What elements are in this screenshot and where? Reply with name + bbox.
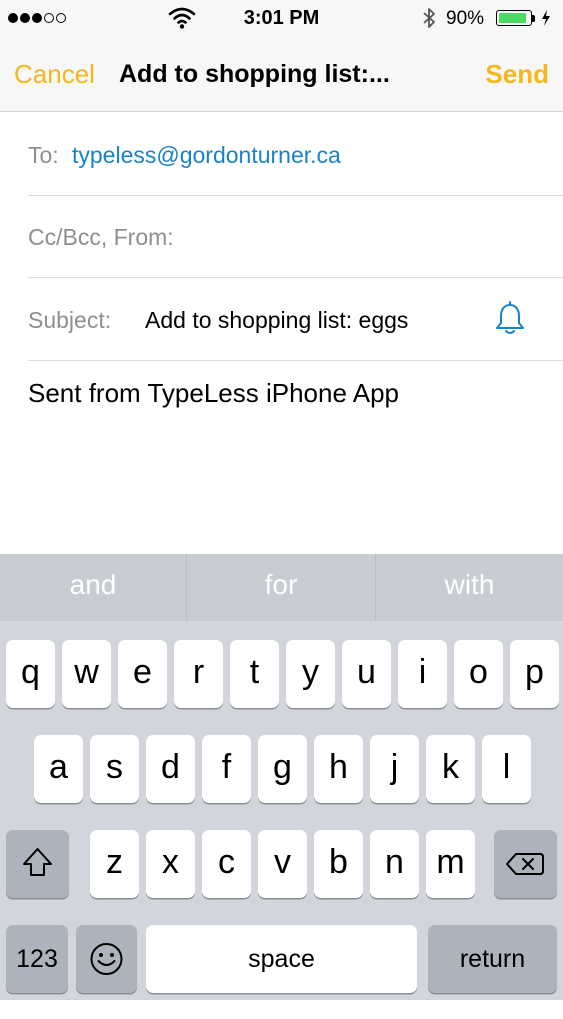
key-label: s — [106, 748, 123, 786]
subject-field[interactable]: Subject: Add to shopping list: eggs — [28, 279, 563, 361]
to-recipient[interactable]: typeless@gordonturner.ca — [72, 142, 341, 169]
key-o[interactable]: o — [454, 640, 503, 708]
key-label: u — [357, 653, 376, 691]
status-bar: 3:01 PM 90% — [0, 0, 563, 38]
key-m[interactable]: m — [426, 830, 475, 898]
key-y[interactable]: y — [286, 640, 335, 708]
key-label: o — [469, 653, 488, 691]
keyboard: and for with q w e r t y u i o p a s d f… — [0, 554, 563, 1000]
key-label: i — [418, 653, 427, 691]
key-h[interactable]: h — [314, 735, 363, 803]
cancel-button[interactable]: Cancel — [14, 59, 95, 90]
key-label: n — [385, 843, 404, 881]
key-label: a — [49, 748, 68, 786]
delete-icon — [506, 853, 544, 875]
message-body[interactable]: Sent from TypeLess iPhone App — [28, 378, 399, 409]
key-b[interactable]: b — [314, 830, 363, 898]
bell-icon[interactable] — [493, 301, 527, 337]
send-button[interactable]: Send — [485, 59, 549, 90]
emoji-icon — [90, 943, 123, 975]
key-label: h — [329, 748, 348, 786]
key-label: l — [502, 748, 511, 786]
key-l[interactable]: l — [482, 735, 531, 803]
key-c[interactable]: c — [202, 830, 251, 898]
battery-nub — [532, 15, 535, 22]
key-k[interactable]: k — [426, 735, 475, 803]
predictive-bar: and for with — [0, 554, 563, 621]
key-s[interactable]: s — [90, 735, 139, 803]
numbers-key[interactable]: 123 — [6, 925, 68, 993]
key-v[interactable]: v — [258, 830, 307, 898]
key-n[interactable]: n — [370, 830, 419, 898]
emoji-key[interactable] — [76, 925, 137, 993]
battery-percent: 90% — [446, 8, 485, 29]
key-j[interactable]: j — [370, 735, 419, 803]
key-label: m — [436, 843, 465, 881]
delete-key[interactable] — [494, 830, 557, 898]
key-g[interactable]: g — [258, 735, 307, 803]
key-label: c — [218, 843, 235, 881]
suggestion-for[interactable]: for — [187, 554, 375, 621]
key-f[interactable]: f — [202, 735, 251, 803]
key-label: x — [162, 843, 179, 881]
key-label: y — [302, 653, 319, 691]
suggestion-with[interactable]: with — [376, 554, 563, 621]
key-u[interactable]: u — [342, 640, 391, 708]
key-t[interactable]: t — [230, 640, 279, 708]
subject-label: Subject: — [28, 307, 112, 333]
battery-level-fill — [499, 13, 526, 23]
key-w[interactable]: w — [62, 640, 111, 708]
charging-bolt-icon — [542, 10, 550, 26]
to-label: To: — [28, 142, 59, 168]
nav-bar: Cancel Add to shopping list:... Send — [0, 38, 563, 112]
bluetooth-icon — [423, 8, 435, 28]
key-z[interactable]: z — [90, 830, 139, 898]
key-p[interactable]: p — [510, 640, 559, 708]
suggestion-and[interactable]: and — [0, 554, 186, 621]
shift-key[interactable] — [6, 830, 69, 898]
key-label: d — [161, 748, 180, 786]
key-i[interactable]: i — [398, 640, 447, 708]
key-label: space — [248, 945, 315, 973]
subject-value[interactable]: Add to shopping list: eggs — [145, 307, 408, 334]
key-label: return — [459, 945, 526, 973]
cc-bcc-from-label: Cc/Bcc, From: — [28, 224, 174, 250]
key-q[interactable]: q — [6, 640, 55, 708]
key-label: v — [274, 843, 291, 881]
key-label: z — [106, 843, 123, 881]
battery-icon — [496, 10, 532, 26]
key-label: r — [192, 653, 205, 691]
key-label: e — [133, 653, 152, 691]
key-r[interactable]: r — [174, 640, 223, 708]
key-label: f — [221, 748, 232, 786]
cc-bcc-from-field[interactable]: Cc/Bcc, From: — [28, 196, 563, 278]
key-label: b — [329, 843, 348, 881]
key-label: p — [525, 653, 544, 691]
return-key[interactable]: return — [428, 925, 557, 993]
key-label: k — [442, 748, 459, 786]
to-field[interactable]: To: typeless@gordonturner.ca — [28, 114, 563, 196]
key-a[interactable]: a — [34, 735, 83, 803]
key-label: j — [390, 748, 399, 786]
key-label: 123 — [16, 945, 58, 973]
key-label: g — [273, 748, 292, 786]
key-x[interactable]: x — [146, 830, 195, 898]
key-d[interactable]: d — [146, 735, 195, 803]
page-title: Add to shopping list:... — [119, 60, 390, 88]
shift-icon — [23, 848, 52, 876]
key-label: t — [249, 653, 260, 691]
key-e[interactable]: e — [118, 640, 167, 708]
key-label: q — [21, 653, 40, 691]
space-key[interactable]: space — [146, 925, 417, 993]
key-label: w — [74, 653, 99, 691]
